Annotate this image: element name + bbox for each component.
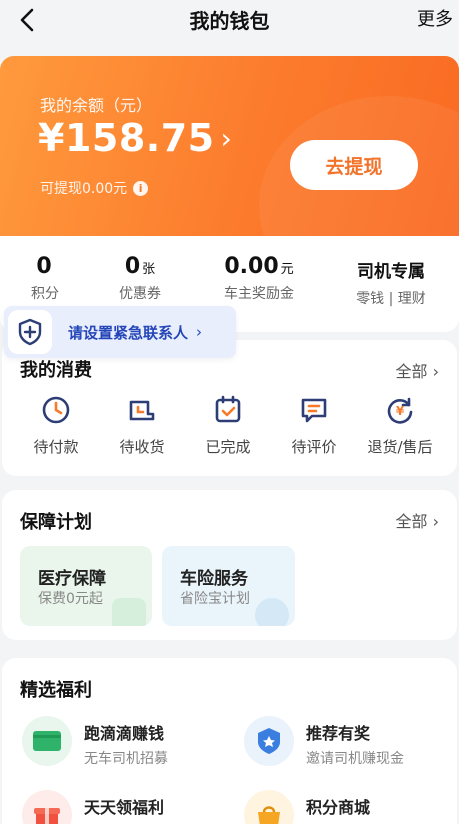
info-icon[interactable]: i [133, 180, 149, 196]
section-title: 保障计划 [20, 512, 92, 533]
emergency-contact-text: 请设置紧急联系人 [68, 323, 189, 342]
insurance-plan-card: 保障计划 全部 › 医疗保障 保费0元起 车险服务 省险宝计划 [2, 490, 457, 640]
stat-unit: 元 [280, 262, 294, 277]
order-label: 退货/售后 [367, 438, 433, 456]
tile-title: 医疗保障 [38, 569, 106, 589]
chevron-right-icon: › [220, 121, 233, 155]
top-bar: 我的钱包 更多 [0, 0, 459, 44]
benefit-points-mall[interactable]: 积分商城 [244, 790, 370, 824]
stat-label: 优惠券 [119, 286, 161, 302]
balance-amount[interactable]: ¥158.75 › [38, 116, 232, 160]
stat-value: 0 [124, 254, 141, 279]
order-pending-review[interactable]: 待评价 [274, 394, 354, 457]
wallet-icon [22, 716, 72, 766]
view-all-link[interactable]: 全部 › [396, 508, 440, 532]
shop-icon [244, 790, 294, 824]
benefit-title: 推荐有奖 [306, 724, 371, 743]
order-label: 待收货 [119, 438, 165, 456]
medical-cross-icon [112, 598, 146, 626]
view-all-label: 全部 [395, 512, 428, 531]
section-title: 精选福利 [20, 680, 92, 701]
refund-icon: ¥ [384, 394, 416, 426]
emergency-contact-banner[interactable]: 请设置紧急联系人 › [4, 306, 236, 358]
stat-unit: 张 [142, 262, 156, 277]
benefit-drive-earn[interactable]: 跑滴滴赚钱 无车司机招募 [22, 716, 168, 768]
balance-amount-value: ¥158.75 [38, 116, 215, 160]
stat-value: 0.00 [224, 254, 279, 279]
gift-icon [22, 790, 72, 824]
balance-label: 我的余额（元） [40, 96, 153, 115]
shield-plus-icon [8, 310, 52, 354]
benefit-subtitle: 邀请司机赚现金 [306, 751, 404, 767]
benefit-daily-rewards[interactable]: 天天领福利 [22, 790, 164, 824]
svg-text:¥: ¥ [396, 404, 405, 418]
car-shield-icon [255, 598, 289, 626]
clock-icon [40, 394, 72, 426]
section-title: 我的消费 [20, 360, 92, 381]
stat-driver-exclusive[interactable]: 司机专属 零钱 | 理财 [348, 254, 434, 308]
tile-title: 车险服务 [180, 569, 248, 589]
order-pending-receipt[interactable]: 待收货 [102, 394, 182, 457]
badge-star-icon [244, 716, 294, 766]
order-completed[interactable]: 已完成 [188, 394, 268, 457]
benefit-title: 跑滴滴赚钱 [84, 724, 165, 743]
order-pending-payment[interactable]: 待付款 [16, 394, 96, 457]
page-title: 我的钱包 [189, 9, 270, 33]
benefit-title: 天天领福利 [84, 798, 165, 817]
more-button[interactable]: 更多 [417, 5, 453, 31]
stat-label: 车主奖励金 [224, 286, 294, 302]
benefit-referral[interactable]: 推荐有奖 邀请司机赚现金 [244, 716, 404, 768]
stat-label: 积分 [31, 286, 59, 302]
benefit-subtitle: 无车司机招募 [84, 751, 168, 767]
chevron-right-icon: › [196, 323, 203, 341]
benefit-title: 积分商城 [306, 798, 371, 817]
my-consumption-card: 我的消费 全部 › 待付款 待收货 已完成 待评价 ¥ 退货/售后 [2, 340, 457, 476]
tile-subtitle: 保费0元起 [38, 591, 103, 607]
view-all-link[interactable]: 全部 › [396, 358, 440, 382]
balance-card: 我的余额（元） ¥158.75 › 可提现0.00元 i 去提现 [0, 56, 459, 236]
withdrawable-amount: 可提现0.00元 i [40, 178, 149, 198]
withdraw-button[interactable]: 去提现 [290, 140, 418, 190]
order-label: 待付款 [33, 438, 79, 456]
stat-value: 司机专属 [357, 262, 425, 282]
featured-benefits-card: 精选福利 跑滴滴赚钱 无车司机招募 推荐有奖 邀请司机赚现金 天天领福利 积分商… [2, 658, 457, 824]
car-insurance-tile[interactable]: 车险服务 省险宝计划 [162, 546, 295, 626]
medical-insurance-tile[interactable]: 医疗保障 保费0元起 [20, 546, 152, 626]
stat-coupons[interactable]: 0张 优惠券 [110, 254, 170, 303]
tile-subtitle: 省险宝计划 [180, 591, 250, 607]
withdrawable-text: 可提现0.00元 [40, 181, 128, 197]
stat-label: 零钱 | 理财 [356, 291, 426, 307]
order-label: 已完成 [205, 438, 251, 456]
order-after-sales[interactable]: ¥ 退货/售后 [360, 394, 440, 457]
stat-points[interactable]: 0 积分 [20, 254, 70, 303]
comment-icon [298, 394, 330, 426]
view-all-label: 全部 [395, 362, 428, 381]
stat-reward[interactable]: 0.00 元 车主奖励金 [214, 254, 304, 303]
stat-value: 0 [36, 254, 52, 279]
calendar-check-icon [212, 394, 244, 426]
order-label: 待评价 [291, 438, 337, 456]
delivery-icon [126, 394, 158, 426]
